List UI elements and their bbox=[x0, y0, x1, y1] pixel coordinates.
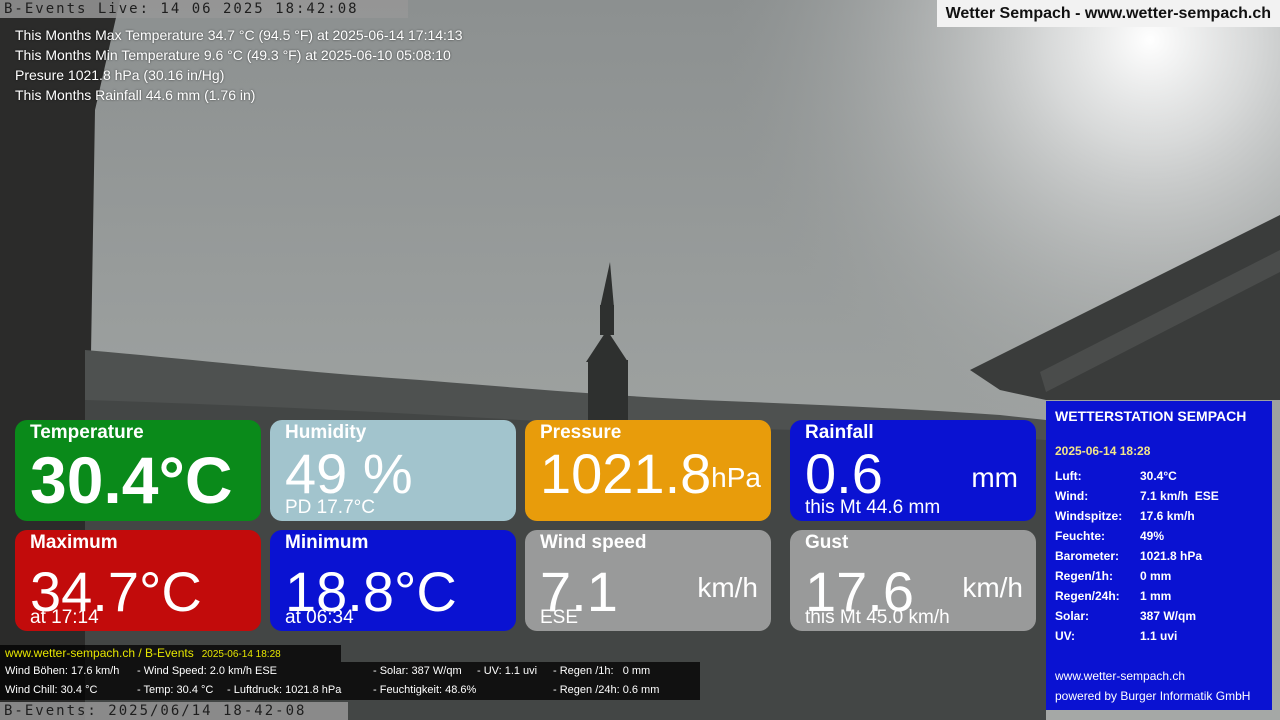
ticker-feuchtigkeit: - Feuchtigkeit: 48.6% bbox=[373, 684, 477, 696]
station-powered-by: powered by Burger Informatik GmbH bbox=[1055, 689, 1251, 703]
station-key: Solar: bbox=[1055, 609, 1090, 623]
station-value: 387 W/qm bbox=[1140, 609, 1197, 623]
ticker-solar: - Solar: 387 W/qm bbox=[373, 665, 462, 677]
tile-title: Minimum bbox=[285, 532, 369, 553]
station-row: Regen/1h: 0 mm bbox=[1055, 569, 1171, 583]
station-value: 17.6 km/h bbox=[1140, 509, 1195, 523]
tile-wind-speed: Wind speed 7.1 km/h ESE bbox=[525, 530, 771, 631]
tile-subtext: ESE bbox=[540, 607, 579, 628]
tile-unit: km/h bbox=[962, 572, 1023, 603]
ticker-regen-1h: - Regen /1h: 0 mm bbox=[553, 665, 651, 677]
station-title: WETTERSTATION SEMPACH bbox=[1055, 408, 1247, 424]
camera-timestamp-top: B-Events Live: 14 06 2025 18:42:08 bbox=[0, 0, 408, 18]
station-key: Regen/24h: bbox=[1055, 589, 1120, 603]
ticker-luftdruck: - Luftdruck: 1021.8 hPa bbox=[227, 684, 342, 696]
ticker-site-bar: www.wetter-sempach.ch / B-Events 2025-06-… bbox=[0, 645, 341, 662]
tile-subtext: at 17:14 bbox=[30, 607, 99, 628]
station-row: UV: 1.1 uvi bbox=[1055, 629, 1177, 643]
ticker-panel: Wind Böhen: 17.6 km/h - Wind Speed: 2.0 … bbox=[0, 662, 700, 700]
station-key: Windspitze: bbox=[1055, 509, 1123, 523]
camera-timestamp-bottom: B-Events: 2025/06/14 18-42-08 bbox=[0, 702, 348, 720]
tile-subtext: at 06:34 bbox=[285, 607, 354, 628]
ticker-regen-24h: - Regen /24h: 0.6 mm bbox=[553, 684, 660, 696]
station-value: 1.1 uvi bbox=[1140, 629, 1178, 643]
tile-maximum: Maximum 34.7°C at 17:14 bbox=[15, 530, 261, 631]
tile-title: Maximum bbox=[30, 532, 118, 553]
station-row: Windspitze: 17.6 km/h bbox=[1055, 509, 1195, 523]
ticker-wind-boehen: Wind Böhen: 17.6 km/h bbox=[5, 665, 120, 677]
station-row: Regen/24h: 1 mm bbox=[1055, 589, 1171, 603]
tile-unit: hPa bbox=[711, 462, 761, 493]
station-value: 1021.8 hPa bbox=[1140, 549, 1203, 563]
station-key: Regen/1h: bbox=[1055, 569, 1114, 583]
stat-max-temp: This Months Max Temperature 34.7 °C (94.… bbox=[15, 27, 463, 43]
tile-title: Gust bbox=[805, 532, 849, 553]
ticker-wind-chill: Wind Chill: 30.4 °C bbox=[5, 684, 98, 696]
station-value: 1 mm bbox=[1140, 589, 1172, 603]
ticker-site-link[interactable]: www.wetter-sempach.ch / B-Events bbox=[5, 646, 194, 660]
ticker-date: 2025-06-14 18:28 bbox=[201, 649, 281, 660]
tile-rainfall: Rainfall 0.6 mm this Mt 44.6 mm bbox=[790, 420, 1036, 521]
station-url-link[interactable]: www.wetter-sempach.ch bbox=[1055, 669, 1185, 683]
ticker-uv: - UV: 1.1 uvi bbox=[477, 665, 538, 677]
tile-title: Pressure bbox=[540, 422, 622, 443]
tile-title: Rainfall bbox=[805, 422, 874, 443]
tile-minimum: Minimum 18.8°C at 06:34 bbox=[270, 530, 516, 631]
station-value: 0 mm bbox=[1140, 569, 1172, 583]
tile-title: Temperature bbox=[30, 422, 144, 443]
station-value: 49% bbox=[1140, 529, 1165, 543]
ticker-wind-speed: - Wind Speed: 2.0 km/h ESE bbox=[137, 665, 278, 677]
tile-value: 30.4°C bbox=[30, 443, 233, 517]
site-title: Wetter Sempach - www.wetter-sempach.ch bbox=[936, 0, 1280, 27]
stat-pressure: Presure 1021.8 hPa (30.16 in/Hg) bbox=[15, 67, 225, 83]
tile-subtext: this Mt 44.6 mm bbox=[805, 497, 941, 518]
tile-subtext: PD 17.7°C bbox=[285, 497, 375, 518]
stat-min-temp: This Months Min Temperature 9.6 °C (49.3… bbox=[15, 47, 451, 63]
station-key: Wind: bbox=[1055, 489, 1089, 503]
tile-value: 1021.8 bbox=[540, 442, 712, 505]
station-panel: WETTERSTATION SEMPACH 2025-06-14 18:28 L… bbox=[1046, 401, 1272, 710]
monthly-stats: This Months Max Temperature 34.7 °C (94.… bbox=[15, 25, 463, 105]
tile-title: Humidity bbox=[285, 422, 367, 443]
tile-temperature: Temperature 30.4°C bbox=[15, 420, 261, 521]
tile-title: Wind speed bbox=[540, 532, 647, 553]
station-key: UV: bbox=[1055, 629, 1076, 643]
station-key: Barometer: bbox=[1055, 549, 1120, 563]
station-row: Solar: 387 W/qm bbox=[1055, 609, 1196, 623]
station-value: 30.4°C bbox=[1140, 469, 1177, 483]
station-row: Barometer: 1021.8 hPa bbox=[1055, 549, 1202, 563]
station-row: Luft: 30.4°C bbox=[1055, 469, 1177, 483]
station-key: Feuchte: bbox=[1055, 529, 1106, 543]
tile-pressure: Pressure 1021.8 hPa bbox=[525, 420, 771, 521]
station-row: Wind: 7.1 km/h ESE bbox=[1055, 489, 1219, 503]
stat-rainfall: This Months Rainfall 44.6 mm (1.76 in) bbox=[15, 87, 256, 103]
tile-humidity: Humidity 49 % PD 17.7°C bbox=[270, 420, 516, 521]
ticker-temp: - Temp: 30.4 °C bbox=[137, 684, 214, 696]
tile-gust: Gust 17.6 km/h this Mt 45.0 km/h bbox=[790, 530, 1036, 631]
station-key: Luft: bbox=[1055, 469, 1082, 483]
tile-unit: km/h bbox=[697, 572, 758, 603]
station-row: Feuchte: 49% bbox=[1055, 529, 1164, 543]
station-date: 2025-06-14 18:28 bbox=[1055, 444, 1151, 458]
tile-subtext: this Mt 45.0 km/h bbox=[805, 607, 950, 628]
station-value: 7.1 km/h ESE bbox=[1140, 489, 1219, 503]
tile-unit: mm bbox=[971, 462, 1018, 493]
